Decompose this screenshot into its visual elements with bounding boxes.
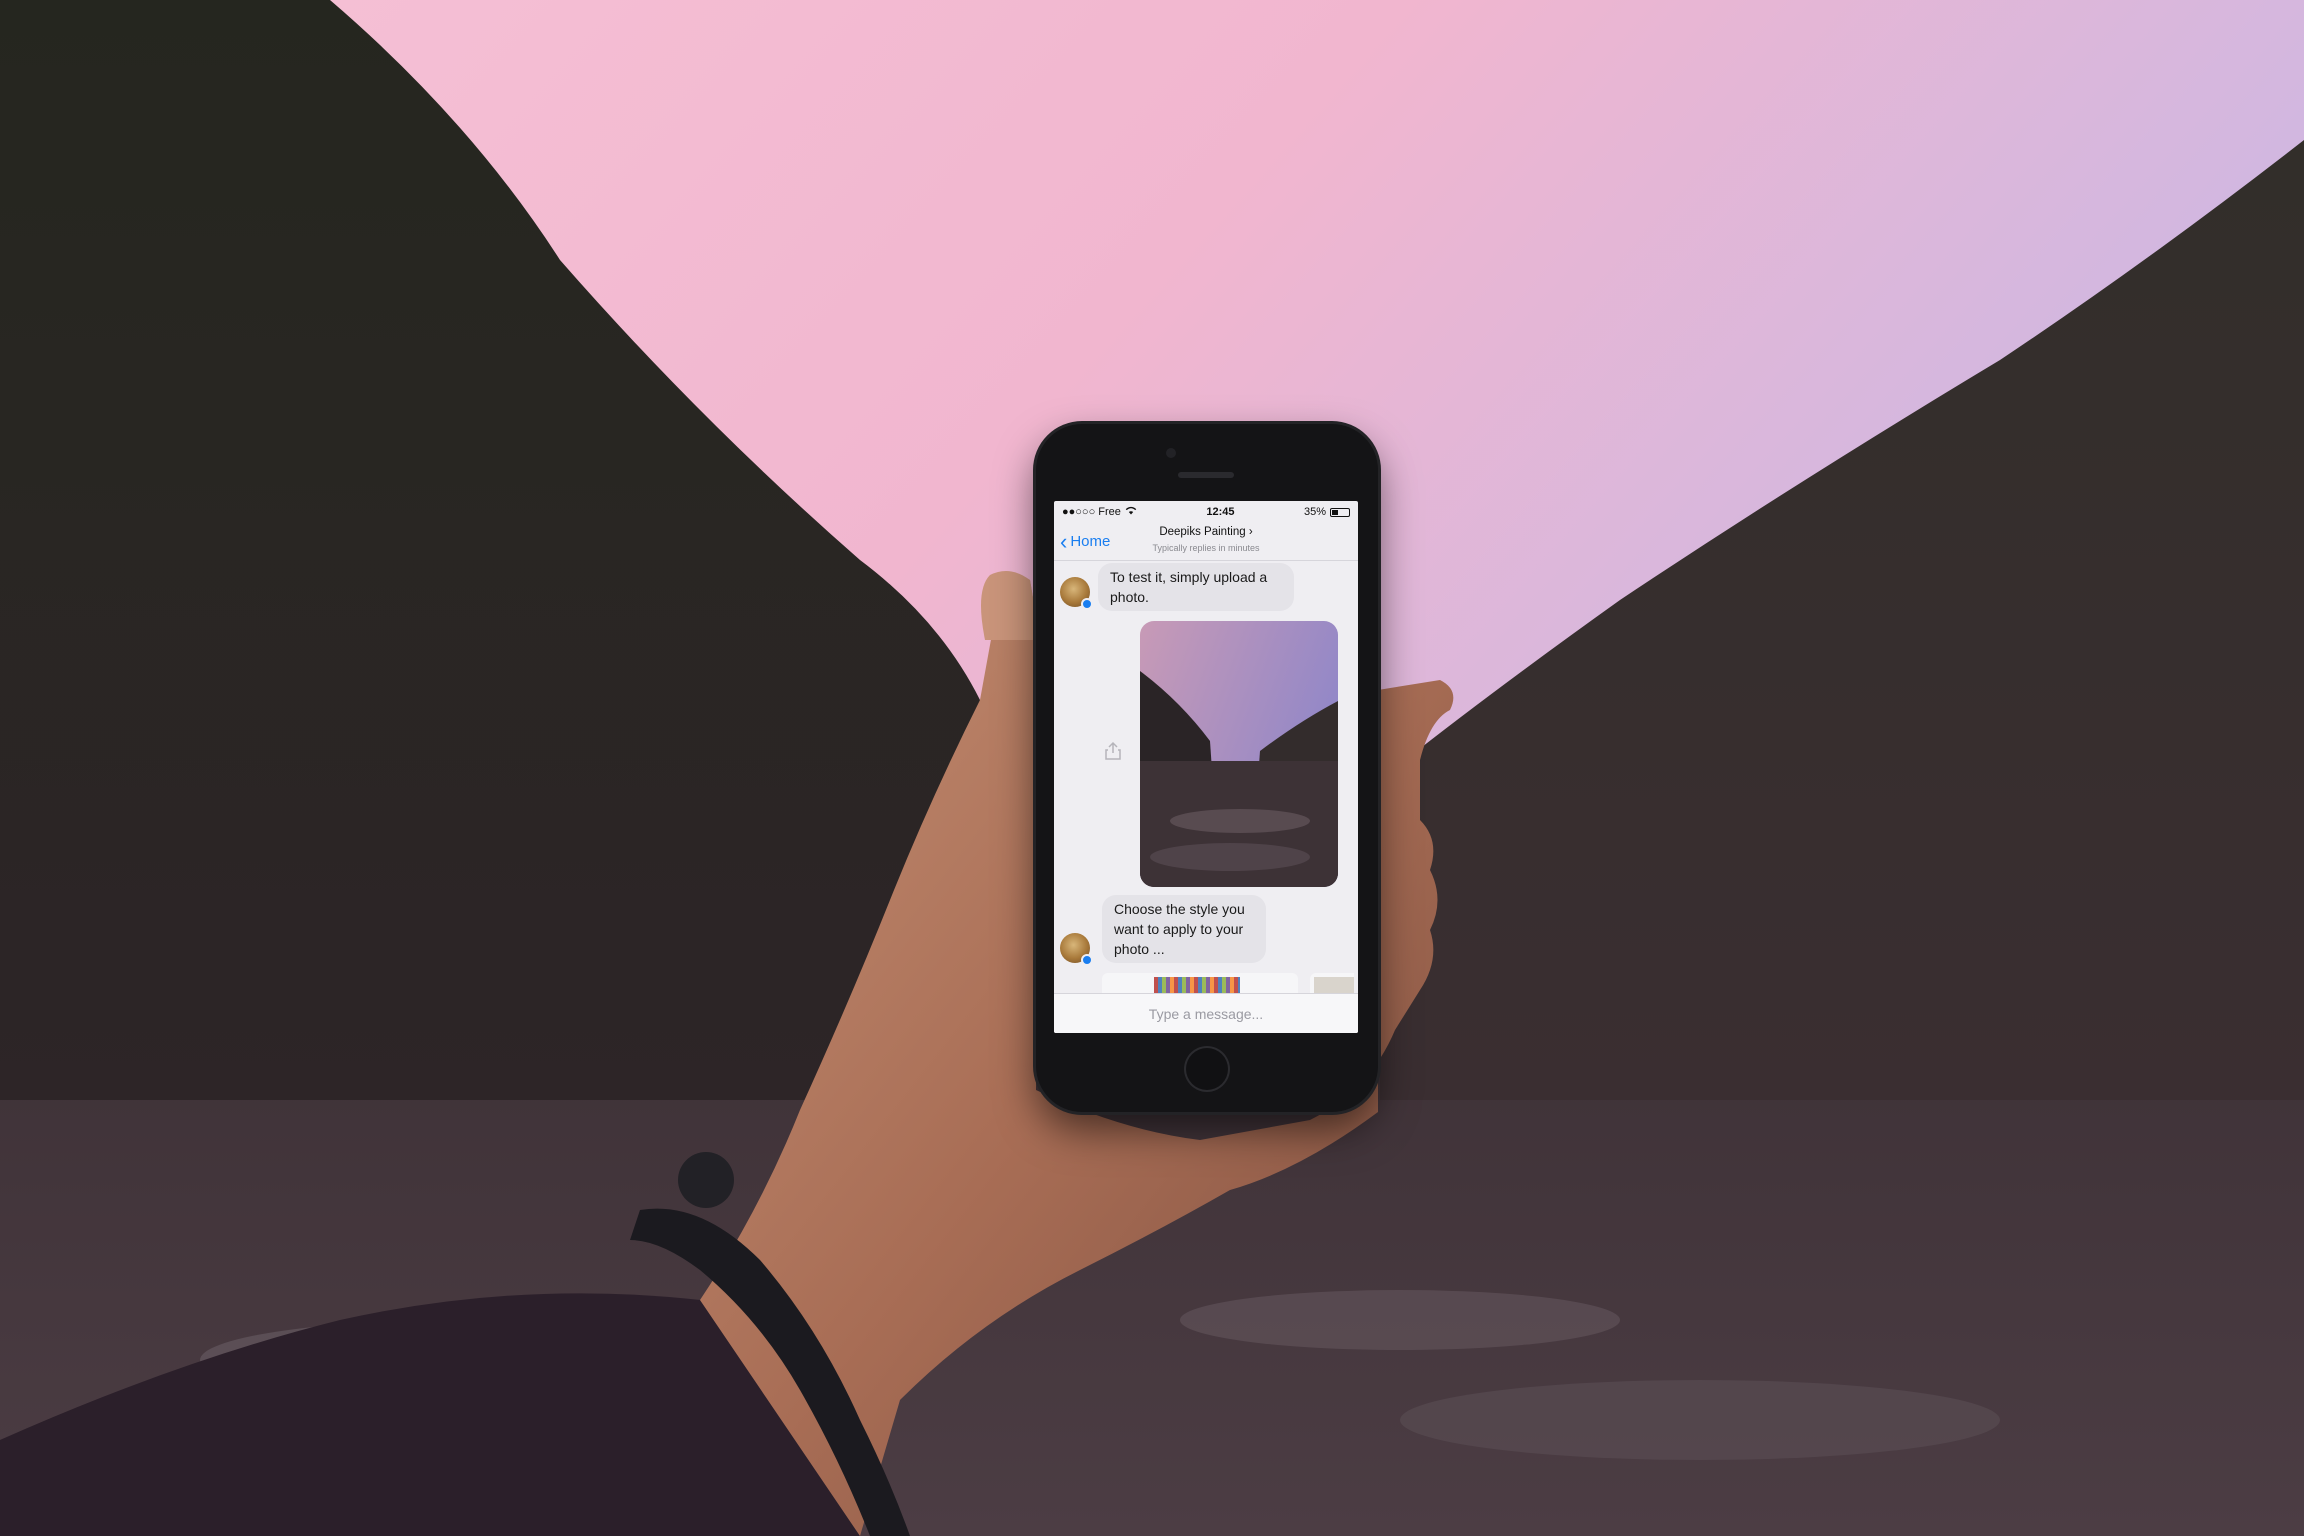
status-bar: ●●○○○ Free 12:45 35% bbox=[1054, 501, 1358, 523]
carrier-label: ●●○○○ Free bbox=[1062, 506, 1121, 518]
home-button[interactable] bbox=[1184, 1046, 1230, 1092]
uploaded-photo[interactable] bbox=[1140, 621, 1338, 887]
chat-subtitle: Typically replies in minutes bbox=[1152, 543, 1260, 553]
chat-header: ‹ Home Deepiks Painting › Typically repl… bbox=[1054, 523, 1358, 561]
battery-icon bbox=[1329, 507, 1350, 517]
message-bubble-bot: To test it, simply upload a photo. bbox=[1098, 563, 1294, 611]
style-carousel-card[interactable] bbox=[1102, 973, 1298, 995]
share-icon[interactable] bbox=[1104, 741, 1122, 766]
wifi-icon bbox=[1125, 506, 1137, 518]
style-carousel-card[interactable] bbox=[1310, 973, 1354, 995]
message-input[interactable]: Type a message... bbox=[1054, 993, 1358, 1033]
battery-percent: 35% bbox=[1303, 506, 1326, 518]
bot-avatar[interactable] bbox=[1060, 933, 1093, 966]
chevron-right-icon: › bbox=[1248, 526, 1253, 538]
message-bubble-bot: Choose the style you want to apply to yo… bbox=[1102, 895, 1266, 963]
messenger-badge-icon bbox=[1081, 598, 1093, 610]
status-time: 12:45 bbox=[1206, 506, 1235, 518]
front-camera bbox=[1166, 448, 1176, 458]
earpiece-speaker bbox=[1178, 472, 1234, 478]
bot-avatar[interactable] bbox=[1060, 577, 1093, 610]
messenger-screen: ●●○○○ Free 12:45 35% ‹ Home Deepiks Pain… bbox=[1054, 501, 1358, 1033]
messenger-badge-icon bbox=[1081, 954, 1093, 966]
chat-title[interactable]: Deepiks Painting › bbox=[1054, 526, 1358, 538]
